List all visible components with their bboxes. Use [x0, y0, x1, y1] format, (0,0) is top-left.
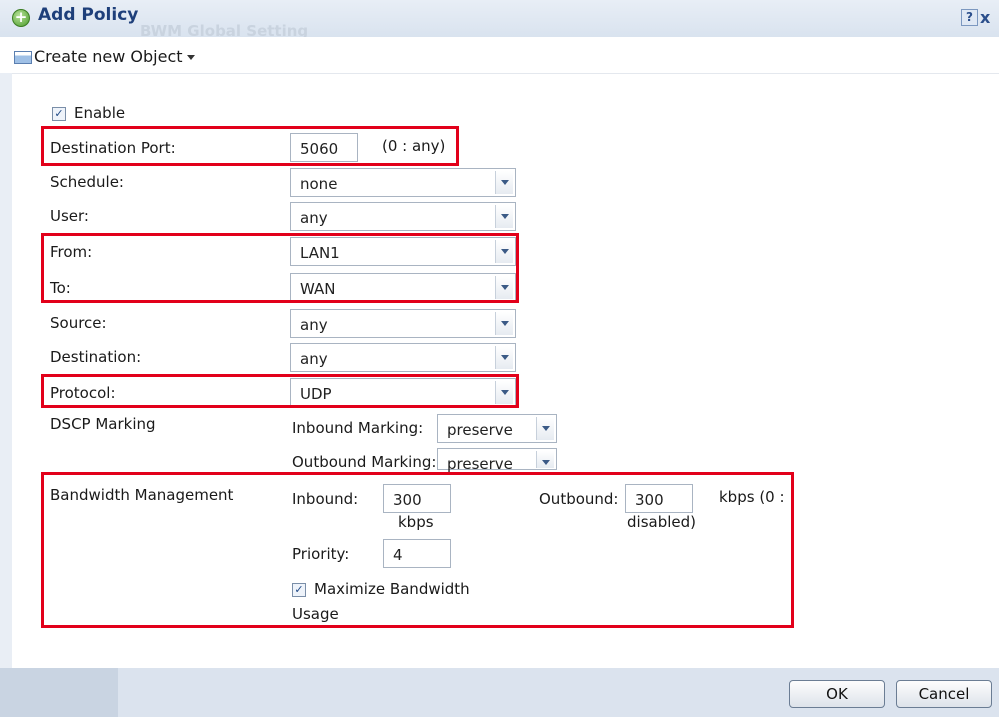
dropdown-arrow-icon: [536, 417, 554, 440]
inbound-marking-label: Inbound Marking:: [292, 419, 424, 437]
inbound-marking-select[interactable]: preserve: [437, 414, 557, 443]
user-select[interactable]: any: [290, 202, 516, 231]
dropdown-arrow-icon: [495, 171, 513, 194]
create-new-object-label: Create new Object: [34, 47, 183, 66]
highlight-protocol: [41, 374, 519, 408]
dropdown-arrow-icon: [495, 205, 513, 228]
enable-label: Enable: [74, 104, 126, 122]
schedule-select[interactable]: none: [290, 168, 516, 197]
inbound-marking-value: preserve: [447, 421, 513, 439]
highlight-from-to: [41, 233, 519, 303]
dialog-toolbar: Create new Object: [0, 37, 999, 74]
dropdown-arrow-icon: [495, 312, 513, 335]
dropdown-arrow-icon: [495, 346, 513, 369]
dropdown-arrow-icon: [536, 451, 554, 468]
cancel-button[interactable]: Cancel: [896, 680, 992, 708]
outbound-marking-select[interactable]: preserve: [437, 448, 557, 473]
object-icon: [14, 51, 32, 64]
dialog-title: Add Policy: [38, 5, 139, 25]
close-button[interactable]: x: [980, 8, 990, 27]
create-new-object-menu[interactable]: Create new Object: [34, 47, 195, 66]
add-icon: +: [12, 9, 30, 27]
user-label: User:: [50, 207, 89, 225]
ok-button[interactable]: OK: [789, 680, 885, 708]
source-select[interactable]: any: [290, 309, 516, 338]
outbound-marking-value: preserve: [447, 455, 513, 473]
destination-select[interactable]: any: [290, 343, 516, 372]
help-button[interactable]: ?: [961, 9, 978, 26]
outbound-marking-label: Outbound Marking:: [292, 453, 437, 471]
schedule-label: Schedule:: [50, 173, 124, 191]
destination-label: Destination:: [50, 348, 142, 366]
user-value: any: [300, 209, 328, 227]
source-value: any: [300, 316, 328, 334]
left-strip: [0, 73, 12, 668]
highlight-bandwidth: [41, 472, 794, 628]
chevron-down-icon: [186, 55, 195, 60]
dialog-titlebar: BWM Global Setting + Add Policy ? x: [0, 0, 999, 40]
destination-value: any: [300, 350, 328, 368]
source-label: Source:: [50, 314, 107, 332]
highlight-destination-port: [41, 126, 459, 166]
dscp-marking-label: DSCP Marking: [50, 415, 156, 433]
enable-checkbox[interactable]: ✓: [52, 107, 66, 121]
schedule-value: none: [300, 175, 338, 193]
